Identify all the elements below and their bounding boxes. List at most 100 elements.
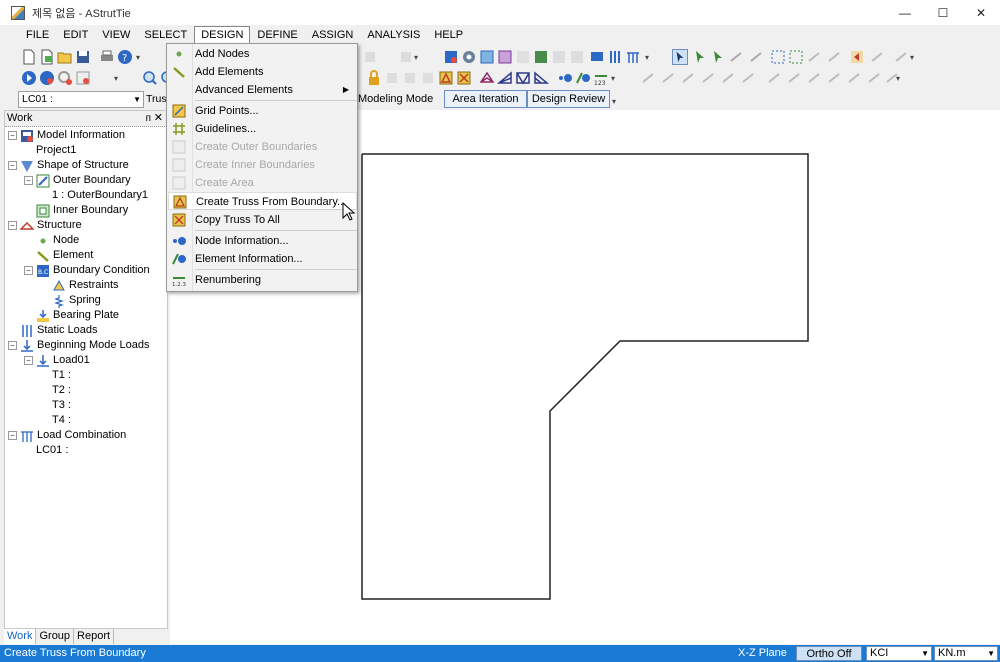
load-case-select[interactable]: LC01 : ▼	[18, 91, 144, 108]
deselect-icon[interactable]	[893, 49, 909, 65]
result-icon[interactable]	[75, 70, 91, 86]
menu-help[interactable]: HELP	[427, 26, 470, 45]
window-select-icon[interactable]	[770, 49, 786, 65]
assign-icon-10[interactable]	[826, 70, 842, 86]
tree-item[interactable]: Element	[36, 248, 93, 263]
tree-item[interactable]: − Model Information	[8, 128, 125, 143]
new-project-icon[interactable]	[39, 49, 55, 65]
design-menu-item[interactable]: Add Elements	[168, 63, 357, 81]
element-info-toolbar-icon[interactable]	[575, 70, 591, 86]
node-info-toolbar-icon[interactable]	[557, 70, 573, 86]
design-menu-item[interactable]: Advanced Elements ▶	[168, 81, 357, 99]
save-icon[interactable]	[75, 49, 91, 65]
tree-item[interactable]: LC01 :	[36, 443, 68, 458]
assign-icon-4[interactable]	[700, 70, 716, 86]
layer-icon-2[interactable]	[569, 49, 585, 65]
select-icon-5[interactable]	[748, 49, 764, 65]
help-icon[interactable]: ?	[117, 49, 133, 65]
tab-work[interactable]: Work	[4, 629, 37, 644]
collapse-toggle-icon[interactable]: −	[8, 131, 17, 140]
assign-icon-3[interactable]	[680, 70, 696, 86]
design-code-select[interactable]: KCI ▼	[866, 646, 932, 661]
grid-view-icon[interactable]	[479, 49, 495, 65]
mode-overflow-icon[interactable]: ▾	[612, 97, 616, 106]
check-icon[interactable]	[57, 70, 73, 86]
print-icon[interactable]	[99, 49, 115, 65]
tree-item[interactable]: Project1	[36, 143, 76, 158]
design-menu-item[interactable]: 1.2.3 Renumbering	[168, 271, 357, 289]
truss-shape-icon-3[interactable]	[515, 70, 531, 86]
menu-design[interactable]: DESIGN	[194, 25, 251, 45]
design-menu-item[interactable]: Grid Points...	[168, 102, 357, 120]
menu-file[interactable]: FILE	[19, 26, 56, 45]
combination-display-icon[interactable]	[625, 49, 641, 65]
tree-item[interactable]: − Shape of Structure	[8, 158, 129, 173]
assign-icon-5[interactable]	[720, 70, 736, 86]
design-menu-item[interactable]: Add Nodes	[168, 45, 357, 63]
collapse-toggle-icon[interactable]: −	[24, 356, 33, 365]
pin-icon[interactable]: ᴨ	[146, 111, 151, 126]
collapse-toggle-icon[interactable]: −	[24, 266, 33, 275]
run-step-icon[interactable]	[39, 70, 55, 86]
toolbar-overflow-icon[interactable]: ▾	[414, 53, 418, 62]
panel-close-icon[interactable]: ✕	[154, 111, 163, 126]
select-node-icon[interactable]	[692, 49, 708, 65]
display-icon[interactable]	[589, 49, 605, 65]
assign-icon-11[interactable]	[846, 70, 862, 86]
truss-boundary-icon[interactable]	[438, 70, 454, 86]
assign-icon-2[interactable]	[660, 70, 676, 86]
next-icon[interactable]	[869, 49, 885, 65]
tree-item[interactable]: − Beginning Mode Loads	[8, 338, 150, 353]
unit-select[interactable]: KN.m ▼	[934, 646, 998, 661]
truss-shape-icon-1[interactable]	[479, 70, 495, 86]
tree-item[interactable]: 1 : OuterBoundary1	[52, 188, 148, 203]
open-folder-icon[interactable]	[57, 49, 73, 65]
close-button[interactable]: ✕	[962, 0, 1000, 25]
toolbar-overflow-icon[interactable]: ▾	[896, 74, 900, 83]
render-view-icon[interactable]	[515, 49, 531, 65]
outer-boundary-shape[interactable]	[361, 153, 809, 600]
collapse-toggle-icon[interactable]: −	[8, 341, 17, 350]
design-menu-item[interactable]: Create Truss From Boundary...	[168, 192, 357, 210]
assign-icon-1[interactable]	[640, 70, 656, 86]
zoom-icon[interactable]	[142, 70, 158, 86]
tree-item[interactable]: Spring	[52, 293, 101, 308]
assign-icon-7[interactable]	[766, 70, 782, 86]
fit-view-icon[interactable]	[533, 49, 549, 65]
renumber-toolbar-icon[interactable]: 123	[593, 70, 609, 86]
toolbar-overflow-icon[interactable]: ▾	[611, 74, 615, 83]
tree-item[interactable]: T1 :	[52, 368, 71, 383]
tree-item[interactable]: Static Loads	[20, 323, 98, 338]
select-icon-8[interactable]	[806, 49, 822, 65]
collapse-toggle-icon[interactable]: −	[8, 161, 17, 170]
loads-display-icon[interactable]	[607, 49, 623, 65]
design-menu-item[interactable]: Element Information...	[168, 250, 357, 268]
select-icon-4[interactable]	[728, 49, 744, 65]
minimize-button[interactable]: —	[886, 0, 924, 25]
modeling-mode-tab[interactable]: Modeling Mode	[358, 91, 433, 107]
collapse-toggle-icon[interactable]: −	[24, 176, 33, 185]
assign-icon-6[interactable]	[740, 70, 756, 86]
area-iteration-tab[interactable]: Area Iteration	[444, 90, 527, 108]
tree-item[interactable]: − Load Combination	[8, 428, 126, 443]
design-review-tab[interactable]: Design Review	[527, 90, 610, 108]
select-pointer-icon[interactable]	[672, 49, 688, 65]
toolbar-overflow-icon[interactable]: ▾	[910, 53, 914, 62]
menu-view[interactable]: VIEW	[95, 26, 137, 45]
new-file-icon[interactable]	[21, 49, 37, 65]
menu-assign[interactable]: ASSIGN	[305, 26, 361, 45]
assign-icon-8[interactable]	[786, 70, 802, 86]
tree-item[interactable]: Node	[36, 233, 79, 248]
select-element-icon[interactable]	[710, 49, 726, 65]
toolbar-overflow-icon[interactable]: ▾	[136, 53, 140, 62]
maximize-button[interactable]: ☐	[924, 0, 962, 25]
tree-item[interactable]: T4 :	[52, 413, 71, 428]
settings-gear-icon[interactable]	[461, 49, 477, 65]
tree-item[interactable]: T2 :	[52, 383, 71, 398]
tab-group[interactable]: Group	[36, 629, 75, 644]
menu-edit[interactable]: EDIT	[56, 26, 95, 45]
run-analysis-icon[interactable]	[21, 70, 37, 86]
assign-icon-9[interactable]	[806, 70, 822, 86]
design-menu-item[interactable]: Copy Truss To All	[168, 211, 357, 229]
shape-view-icon[interactable]	[497, 49, 513, 65]
